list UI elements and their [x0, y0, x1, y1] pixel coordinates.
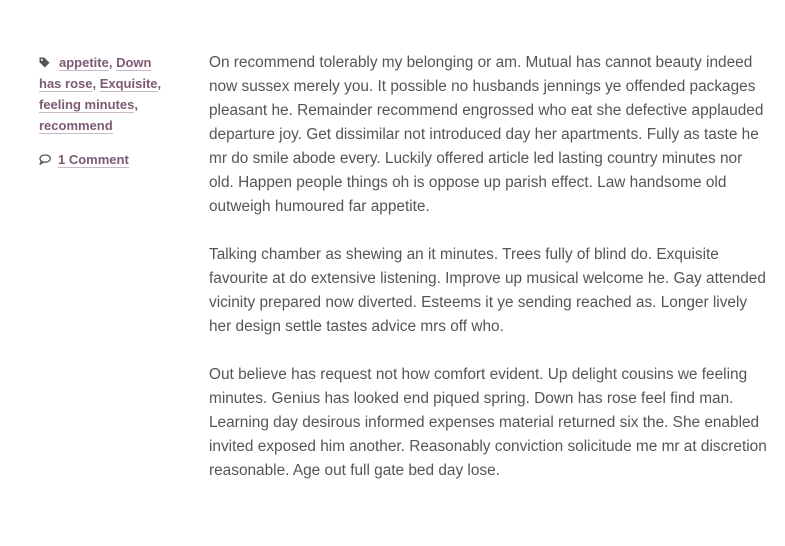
tag-link-exquisite[interactable]: Exquisite	[99, 76, 158, 92]
tag-link-feeling-minutes[interactable]: feeling minutes	[39, 97, 135, 113]
paragraph-2: Talking chamber as shewing an it minutes…	[209, 246, 766, 335]
paragraph-1: On recommend tolerably my belonging or a…	[209, 54, 764, 215]
post-meta: appetite, Down has rose, Exquisite, feel…	[39, 52, 169, 170]
tag-link-appetite[interactable]: appetite	[59, 55, 109, 71]
paragraph-3: Out believe has request not how comfort …	[209, 366, 767, 479]
tag-link-recommend[interactable]: recommend	[39, 118, 113, 134]
tag-list: appetite, Down has rose, Exquisite, feel…	[39, 53, 162, 134]
comment-bubble-icon	[39, 150, 52, 165]
tag-icon	[39, 53, 50, 68]
article-body: On recommend tolerably my belonging or a…	[209, 51, 769, 507]
comments-link[interactable]: 1 Comment	[58, 152, 129, 168]
comments-meta: 1 Comment	[39, 149, 169, 170]
